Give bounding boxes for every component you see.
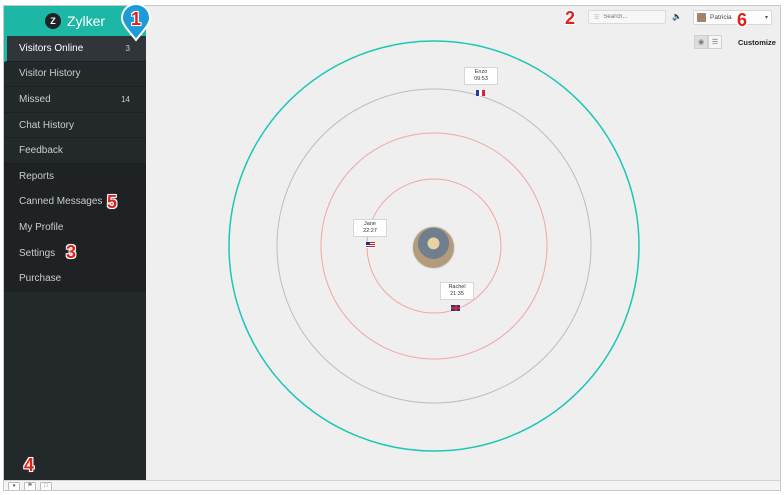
sidebar-item-chat-history[interactable]: Chat History xyxy=(4,113,146,139)
sidebar-item-label: Purchase xyxy=(19,273,62,285)
sidebar-item-label: Chat History xyxy=(19,119,75,131)
visitor-card-rachel[interactable]: Rachel 21:35 xyxy=(440,282,474,300)
sidebar-item-visitor-history[interactable]: Visitor History xyxy=(4,62,146,88)
visitor-name: Rachel xyxy=(448,284,466,290)
sidebar-item-label: Visitor History xyxy=(19,68,81,80)
sidebar-item-label: Visitors Online xyxy=(19,42,84,54)
sidebar-item-missed[interactable]: Missed 14 xyxy=(4,87,146,113)
sidebar-item-label: Canned Messages xyxy=(19,196,103,208)
view-toggle: ◉ ☰ xyxy=(694,35,722,49)
visitor-name: Enzo xyxy=(474,69,488,75)
sidebar-item-canned-messages[interactable]: Canned Messages xyxy=(4,189,146,216)
callout-4: 4 xyxy=(24,455,35,475)
france-flag-icon xyxy=(476,90,485,96)
visitor-time: 09:53 xyxy=(474,76,488,82)
visitor-time: 21:35 xyxy=(450,291,464,297)
user-menu[interactable]: Patricia ▾ xyxy=(693,10,772,25)
sidebar-item-label: My Profile xyxy=(19,221,64,233)
callout-6: 6 xyxy=(737,10,748,30)
sidebar-item-purchase[interactable]: Purchase xyxy=(4,266,146,292)
sidebar-item-feedback[interactable]: Feedback xyxy=(4,138,146,164)
visitor-card-jane[interactable]: Jane 22:27 xyxy=(353,219,387,237)
usa-flag-icon xyxy=(366,242,375,248)
callout-5: 5 xyxy=(107,192,118,212)
user-name: Patricia xyxy=(710,14,732,21)
user-avatar xyxy=(697,13,706,22)
agent-avatar[interactable] xyxy=(412,226,455,269)
visitor-name: Jane xyxy=(364,221,376,227)
sidebar-item-reports[interactable]: Reports xyxy=(4,163,146,190)
callout-2: 2 xyxy=(565,8,576,28)
uk-flag-icon xyxy=(451,305,460,311)
speaker-icon[interactable]: 🔈 xyxy=(672,12,682,21)
zylker-logo-icon: Z xyxy=(44,13,61,29)
app-window: Enzo 09:53 Jane 22:27 Rachel 21:35 Z Zyl… xyxy=(3,5,781,491)
bottom-toolbar: ● ⚑ □ xyxy=(4,480,780,490)
brand-name: Zylker xyxy=(66,13,106,29)
sidebar-item-label: Missed xyxy=(19,93,51,105)
visitor-card-enzo[interactable]: Enzo 09:53 xyxy=(464,67,498,85)
search-icon: ☰ xyxy=(594,14,600,21)
chevron-down-icon: ▾ xyxy=(764,15,768,21)
flag-icon[interactable]: ⚑ xyxy=(24,482,36,490)
radar-view-icon[interactable]: ◉ xyxy=(694,35,708,49)
sidebar-item-label: Reports xyxy=(19,170,55,182)
users-icon[interactable]: ● xyxy=(8,482,20,490)
callout-3: 3 xyxy=(66,242,77,262)
customize-link[interactable]: Customize xyxy=(738,38,776,47)
visitor-time: 22:27 xyxy=(363,228,377,234)
sidebar-item-label: Settings xyxy=(19,247,56,259)
sidebar-item-my-profile[interactable]: My Profile xyxy=(4,215,146,241)
sidebar-item-count: 3 xyxy=(125,43,130,53)
list-view-icon[interactable]: ☰ xyxy=(708,35,722,49)
window-icon[interactable]: □ xyxy=(40,482,52,490)
sidebar-item-count: 14 xyxy=(121,94,130,104)
callout-1: 1 xyxy=(131,9,142,29)
search-input[interactable] xyxy=(603,14,662,20)
search-box[interactable]: ☰ xyxy=(588,10,666,24)
sidebar-item-label: Feedback xyxy=(19,145,63,157)
